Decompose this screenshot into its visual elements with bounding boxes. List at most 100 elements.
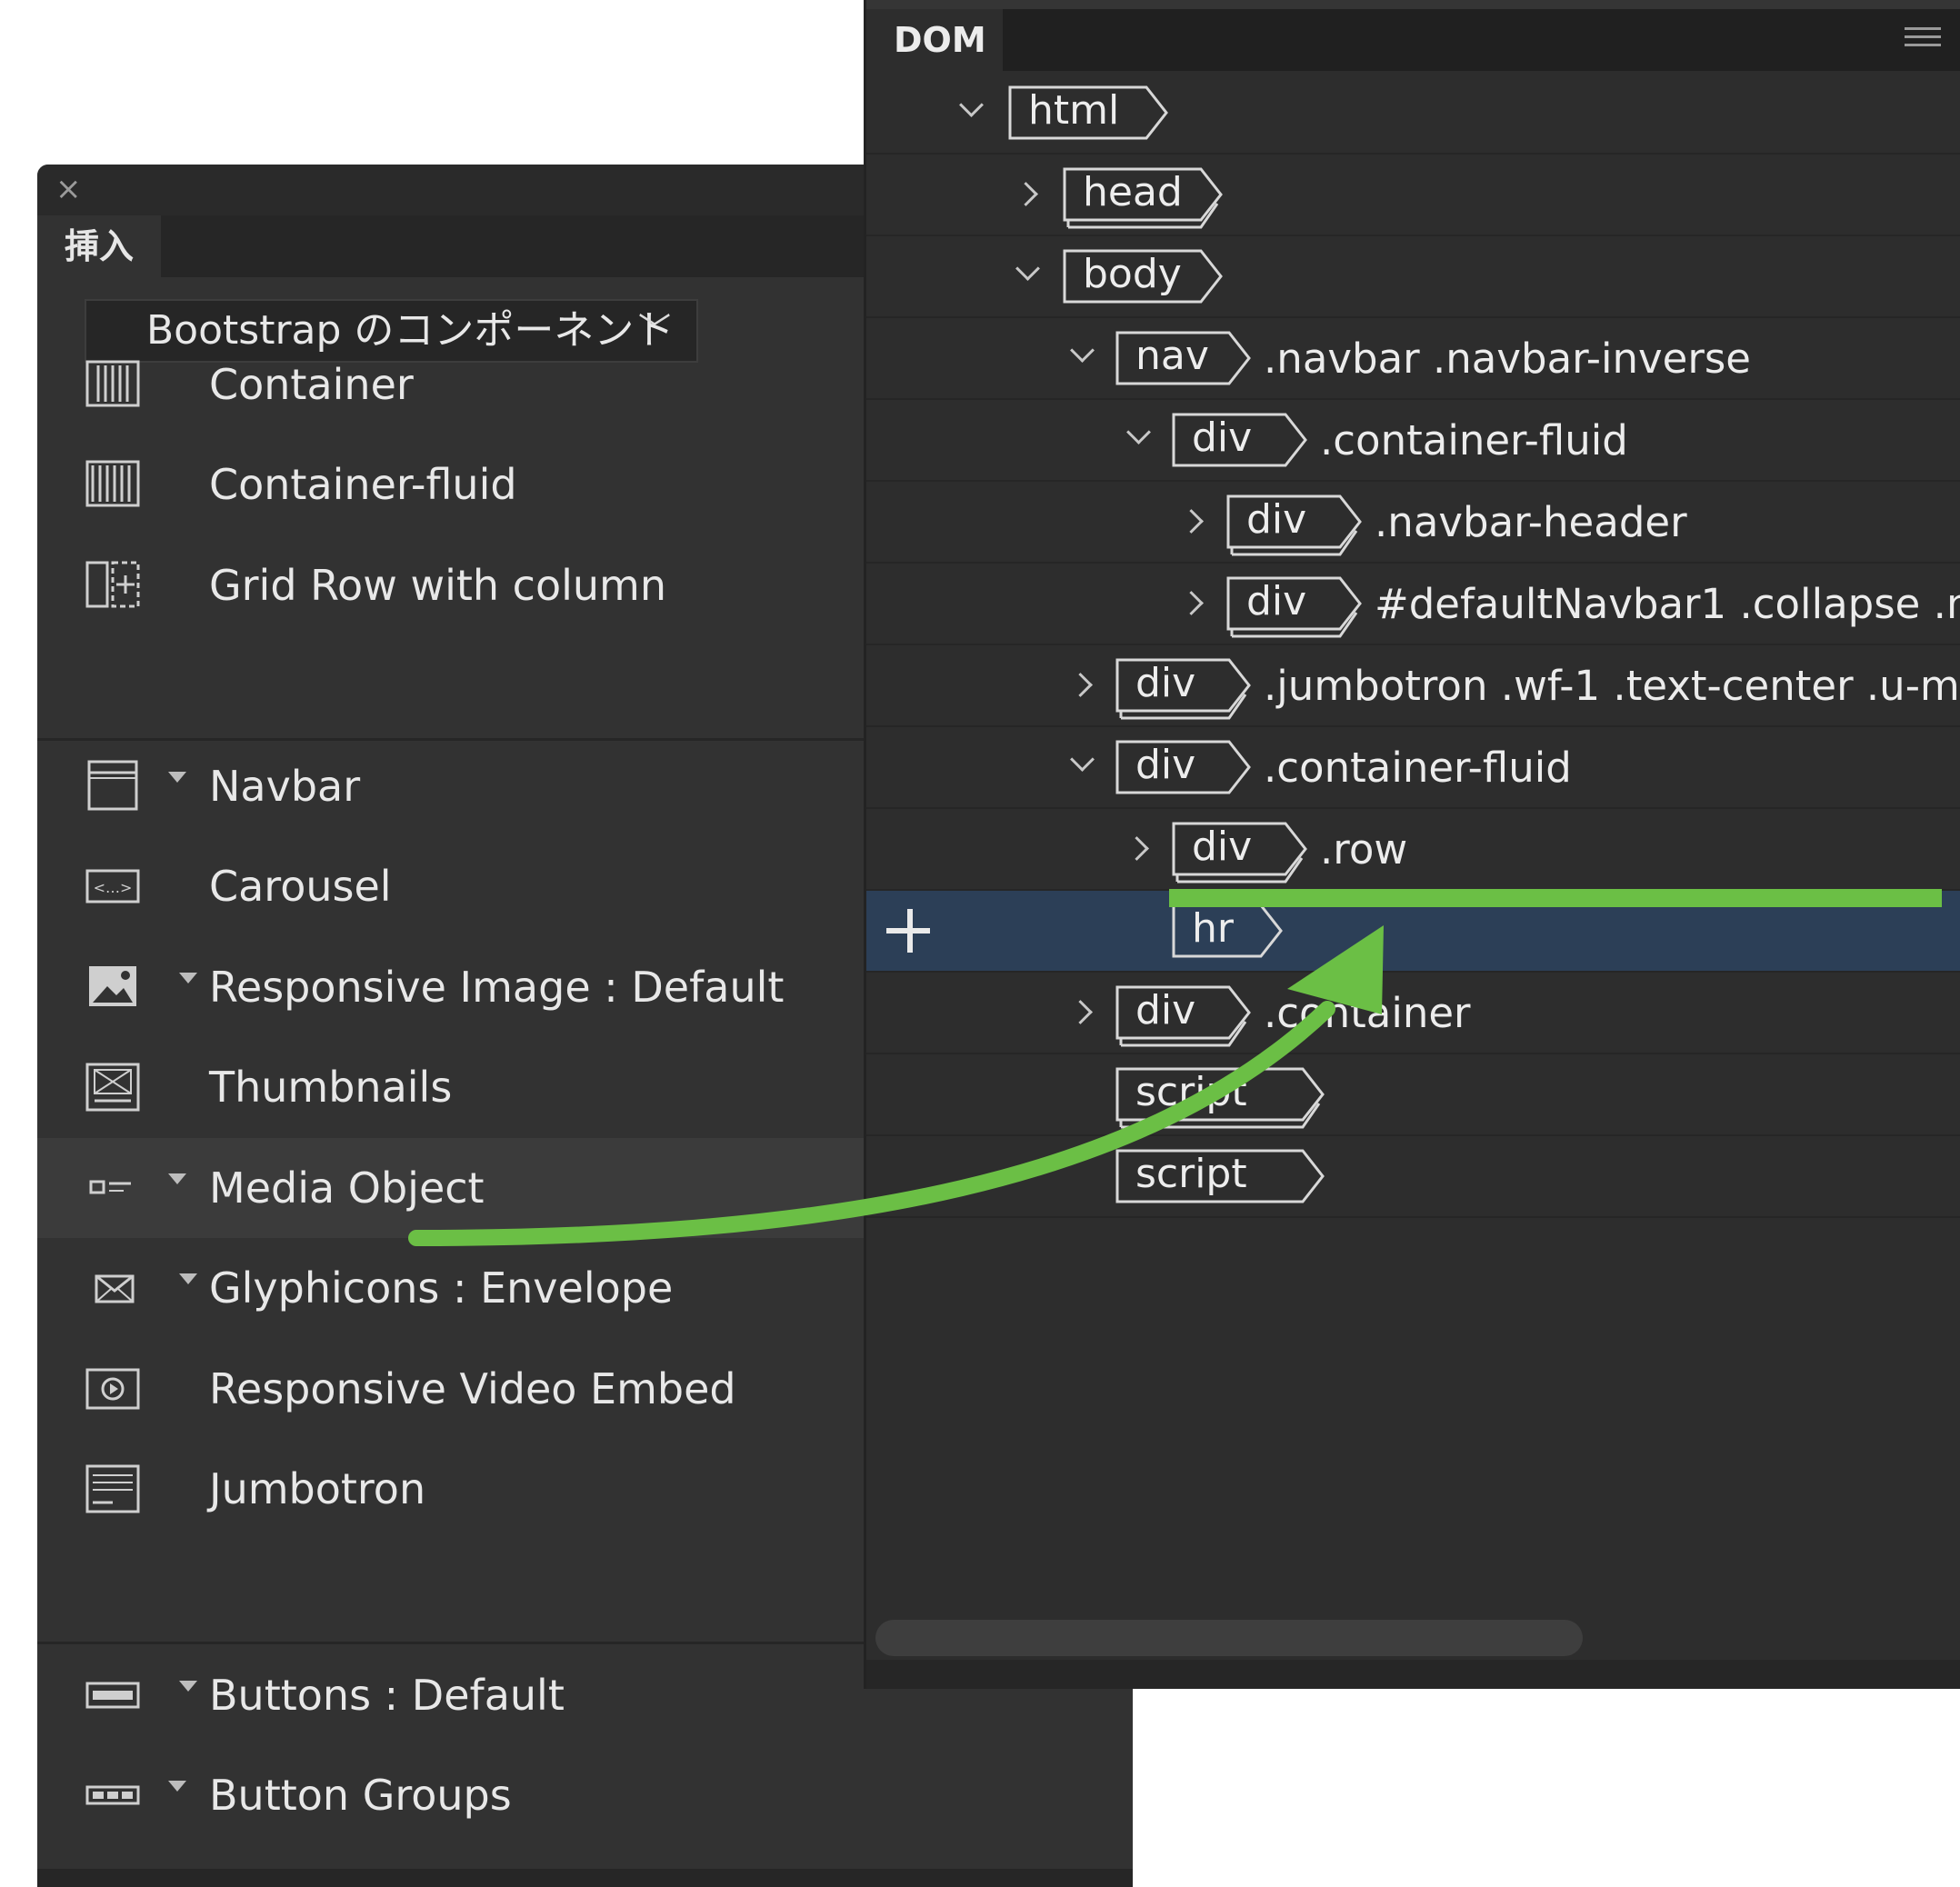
element-tag-div[interactable]: div bbox=[1115, 985, 1251, 1047]
dom-tree-row[interactable]: nav .navbar .navbar-inverse bbox=[866, 318, 1960, 400]
insert-item-label: Buttons : Default bbox=[209, 1671, 565, 1720]
expand-triangle-icon[interactable] bbox=[168, 1173, 186, 1184]
envelope-icon bbox=[85, 1262, 141, 1314]
dom-tree-row[interactable]: div .row bbox=[866, 809, 1960, 891]
dom-tree-row[interactable]: div #defaultNavbar1 .collapse .navbar-col… bbox=[866, 564, 1960, 645]
dom-tab-row: DOM bbox=[866, 0, 1960, 71]
expand-triangle-icon[interactable] bbox=[179, 973, 197, 983]
element-selectors[interactable]: .navbar-header bbox=[1375, 482, 1687, 564]
chevron-down-icon[interactable] bbox=[959, 93, 984, 117]
horizontal-scrollbar[interactable] bbox=[875, 1620, 1583, 1656]
svg-text:<…>: <…> bbox=[94, 879, 133, 896]
element-tag-nav[interactable]: nav bbox=[1115, 331, 1251, 385]
element-tag-html[interactable]: html bbox=[1008, 85, 1168, 140]
insert-item-label: Container-fluid bbox=[209, 460, 517, 509]
dom-tree-row[interactable]: hr bbox=[866, 891, 1960, 973]
element-tag-div[interactable]: div bbox=[1115, 740, 1251, 794]
element-tag-label: head bbox=[1083, 169, 1183, 215]
insert-item-button-groups[interactable]: Button Groups bbox=[37, 1745, 1133, 1845]
insert-item-label: Navbar bbox=[209, 762, 361, 811]
container-fluid-icon bbox=[85, 458, 141, 511]
image-icon bbox=[85, 961, 141, 1013]
insert-item-label: Responsive Image : Default bbox=[209, 963, 785, 1012]
tab-dom[interactable]: DOM bbox=[866, 9, 1003, 71]
chevron-down-icon[interactable] bbox=[1070, 747, 1095, 772]
expand-triangle-icon[interactable] bbox=[168, 1781, 186, 1792]
chevron-down-icon[interactable] bbox=[1015, 256, 1040, 281]
dom-tree-row[interactable]: script bbox=[866, 1136, 1960, 1218]
element-selectors[interactable]: .container-fluid bbox=[1264, 727, 1572, 809]
add-element-icon[interactable] bbox=[886, 909, 934, 956]
chevron-right-icon[interactable] bbox=[1068, 1000, 1093, 1024]
element-tag-label: script bbox=[1135, 1151, 1247, 1197]
insert-item-label: Glyphicons : Envelope bbox=[209, 1263, 674, 1313]
insert-item-label: Grid Row with column bbox=[209, 561, 666, 610]
element-selectors[interactable]: .container bbox=[1264, 973, 1471, 1054]
insert-item-label: Button Groups bbox=[209, 1771, 512, 1820]
element-tag-script[interactable]: script bbox=[1115, 1067, 1325, 1129]
element-tag-div[interactable]: div bbox=[1172, 413, 1307, 467]
carousel-icon: <…> bbox=[85, 860, 141, 913]
dom-tree-row[interactable]: script bbox=[866, 1054, 1960, 1136]
element-tag-script[interactable]: script bbox=[1115, 1149, 1325, 1203]
element-tag-label: script bbox=[1135, 1069, 1247, 1115]
element-tag-div[interactable]: div bbox=[1115, 658, 1251, 720]
insert-item-label: Media Object bbox=[209, 1163, 485, 1213]
expand-triangle-icon[interactable] bbox=[179, 1681, 197, 1692]
dom-tree-row[interactable]: div .navbar-header bbox=[866, 482, 1960, 564]
element-tag-label: div bbox=[1246, 496, 1307, 543]
element-selectors[interactable]: .jumbotron .wf-1 .text-center .u-mt- bbox=[1264, 645, 1960, 727]
element-tag-label: div bbox=[1135, 660, 1196, 706]
dom-tree-row[interactable]: div .container-fluid bbox=[866, 400, 1960, 482]
element-tag-label: hr bbox=[1192, 905, 1234, 952]
chevron-right-icon[interactable] bbox=[1125, 836, 1149, 861]
element-selectors[interactable]: .container-fluid bbox=[1320, 400, 1628, 482]
dom-tree-row[interactable]: body bbox=[866, 236, 1960, 318]
insert-item-label: Thumbnails bbox=[209, 1063, 453, 1112]
insert-item-label: Responsive Video Embed bbox=[209, 1364, 736, 1413]
element-tag-label: div bbox=[1135, 987, 1196, 1033]
element-tag-div[interactable]: div bbox=[1172, 822, 1307, 884]
expand-triangle-icon[interactable] bbox=[179, 1273, 197, 1284]
element-selectors[interactable]: .navbar .navbar-inverse bbox=[1264, 318, 1751, 400]
chevron-right-icon[interactable] bbox=[1179, 509, 1204, 534]
panel-menu-icon[interactable] bbox=[1905, 27, 1941, 55]
element-tag-head[interactable]: head bbox=[1063, 167, 1223, 229]
element-tag-hr[interactable]: hr bbox=[1172, 904, 1283, 958]
element-tag-label: div bbox=[1246, 578, 1307, 624]
chevron-down-icon[interactable] bbox=[1126, 420, 1151, 444]
element-tag-div[interactable]: div bbox=[1226, 494, 1362, 556]
dom-tree-row[interactable]: div .container-fluid bbox=[866, 727, 1960, 809]
chevron-right-icon[interactable] bbox=[1068, 673, 1093, 697]
button-groups-icon bbox=[85, 1769, 141, 1822]
dom-tree-row[interactable]: div .jumbotron .wf-1 .text-center .u-mt- bbox=[866, 645, 1960, 727]
thumbnails-icon bbox=[85, 1061, 141, 1113]
chevron-right-icon[interactable] bbox=[1014, 182, 1038, 206]
buttons-icon bbox=[85, 1669, 141, 1722]
chevron-right-icon[interactable] bbox=[1179, 591, 1204, 615]
chevron-down-icon[interactable] bbox=[1070, 338, 1095, 363]
dom-tree-row[interactable]: html bbox=[866, 73, 1960, 155]
element-selectors[interactable]: #defaultNavbar1 .collapse .navbar-collap… bbox=[1375, 564, 1960, 645]
element-tag-label: div bbox=[1135, 742, 1196, 788]
element-selectors[interactable]: .row bbox=[1320, 809, 1407, 891]
media-object-icon bbox=[85, 1162, 141, 1214]
video-embed-icon bbox=[85, 1363, 141, 1415]
container-icon bbox=[85, 358, 141, 411]
insert-item-label: Carousel bbox=[209, 862, 392, 911]
panel-resize-grip[interactable] bbox=[37, 1869, 1133, 1887]
insert-item-label: Jumbotron bbox=[209, 1464, 426, 1513]
element-tag-div[interactable]: div bbox=[1226, 576, 1362, 638]
dom-tree-row[interactable]: head bbox=[866, 155, 1960, 236]
tab-insert[interactable]: 挿入 bbox=[37, 215, 161, 277]
element-tag-label: nav bbox=[1135, 333, 1209, 379]
element-tag-label: div bbox=[1192, 414, 1253, 461]
panel-resize-grip[interactable] bbox=[866, 1660, 1960, 1689]
element-tag-label: html bbox=[1028, 87, 1120, 134]
dom-tree-row[interactable]: div .container bbox=[866, 973, 1960, 1054]
jumbotron-icon bbox=[85, 1463, 141, 1515]
close-icon[interactable]: × bbox=[55, 174, 82, 205]
element-tag-body[interactable]: body bbox=[1063, 249, 1223, 304]
element-tag-label: body bbox=[1083, 251, 1182, 297]
expand-triangle-icon[interactable] bbox=[168, 772, 186, 783]
